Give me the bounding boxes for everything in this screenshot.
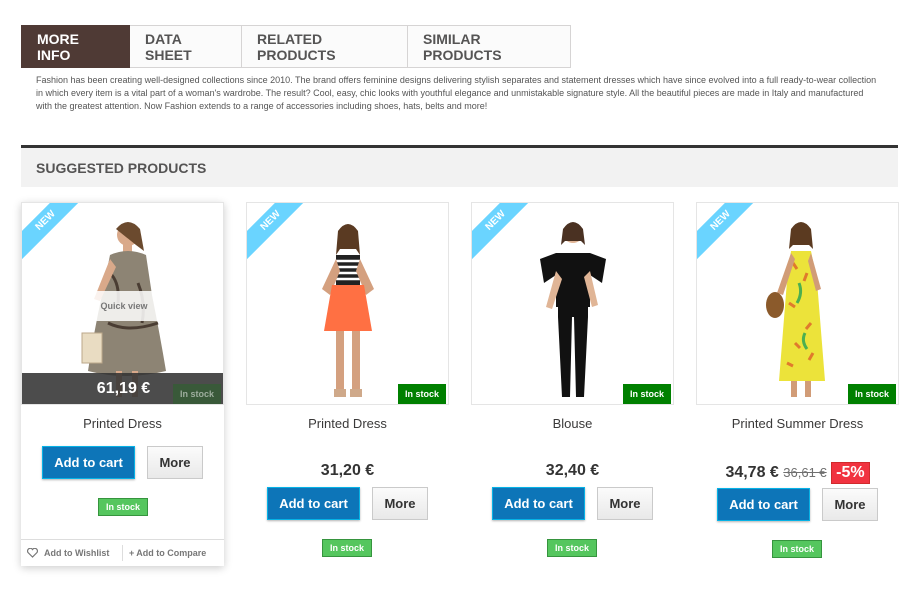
- add-to-cart-button[interactable]: Add to cart: [492, 487, 585, 520]
- availability-badge: In stock: [98, 498, 148, 516]
- add-to-cart-button[interactable]: Add to cart: [717, 488, 810, 521]
- product-card: New Quick view 61,19 € In stock Printed …: [21, 202, 224, 566]
- more-button[interactable]: More: [597, 487, 653, 520]
- add-to-cart-button[interactable]: Add to cart: [42, 446, 135, 479]
- availability-badge: In stock: [547, 539, 597, 557]
- product-price: 34,78 €: [725, 464, 779, 481]
- tab-similar-products[interactable]: Similar products: [408, 25, 571, 68]
- tab-data-sheet[interactable]: Data sheet: [130, 25, 242, 68]
- add-to-compare-link[interactable]: + Add to Compare: [122, 545, 206, 561]
- product-image: [321, 224, 374, 397]
- more-button[interactable]: More: [147, 446, 203, 479]
- suggested-products-header: Suggested products: [21, 145, 898, 187]
- stock-label: In stock: [848, 384, 896, 404]
- heart-icon: [27, 548, 38, 558]
- product-description: Fashion has been creating well-designed …: [36, 75, 877, 112]
- product-image: [539, 222, 606, 397]
- product-name[interactable]: Printed Dress: [246, 416, 449, 431]
- quick-view-button[interactable]: Quick view: [84, 291, 164, 321]
- product-name[interactable]: Blouse: [471, 416, 674, 431]
- price-block: 34,78 € 36,61 € -5%: [696, 462, 899, 484]
- plus-icon: +: [129, 548, 135, 558]
- discount-badge: -5%: [831, 462, 870, 484]
- new-ribbon: New: [247, 203, 314, 264]
- product-image-link[interactable]: New Quick view 61,19 € In stock: [21, 202, 224, 405]
- product-image-link[interactable]: New In stock: [246, 202, 449, 405]
- product-tabs: More info Data sheet Related products Si…: [21, 25, 571, 68]
- product-card: New In stock Printed Dress 31,20 € Add t…: [246, 202, 449, 566]
- add-to-wishlist-link[interactable]: Add to Wishlist: [21, 548, 122, 558]
- product-price: 31,20 €: [320, 462, 375, 479]
- stock-label: In stock: [623, 384, 671, 404]
- more-button[interactable]: More: [372, 487, 428, 520]
- product-name[interactable]: Printed Dress: [21, 416, 224, 431]
- product-card: New In stock Printed Summer Dress 34,78 …: [696, 202, 899, 566]
- wishlist-compare-bar: Add to Wishlist + Add to Compare: [21, 539, 224, 566]
- availability-badge: In stock: [772, 540, 822, 558]
- section-title: Suggested products: [36, 160, 207, 176]
- product-image-link[interactable]: New In stock: [696, 202, 899, 405]
- product-name[interactable]: Printed Summer Dress: [696, 416, 899, 431]
- tab-more-info[interactable]: More info: [21, 25, 130, 68]
- old-price: 36,61 €: [783, 465, 827, 480]
- product-card: New In stock Blouse 32,40 € Add to cart …: [471, 202, 674, 566]
- compare-label: Add to Compare: [136, 548, 207, 558]
- stock-label: In stock: [398, 384, 446, 404]
- tab-related-products[interactable]: Related products: [242, 25, 408, 68]
- wishlist-label: Add to Wishlist: [44, 548, 110, 558]
- product-image-link[interactable]: New In stock: [471, 202, 674, 405]
- add-to-cart-button[interactable]: Add to cart: [267, 487, 360, 520]
- stock-label: In stock: [173, 384, 221, 404]
- product-price: 32,40 €: [545, 462, 600, 479]
- product-image: [765, 222, 825, 397]
- more-button[interactable]: More: [822, 488, 878, 521]
- availability-badge: In stock: [322, 539, 372, 557]
